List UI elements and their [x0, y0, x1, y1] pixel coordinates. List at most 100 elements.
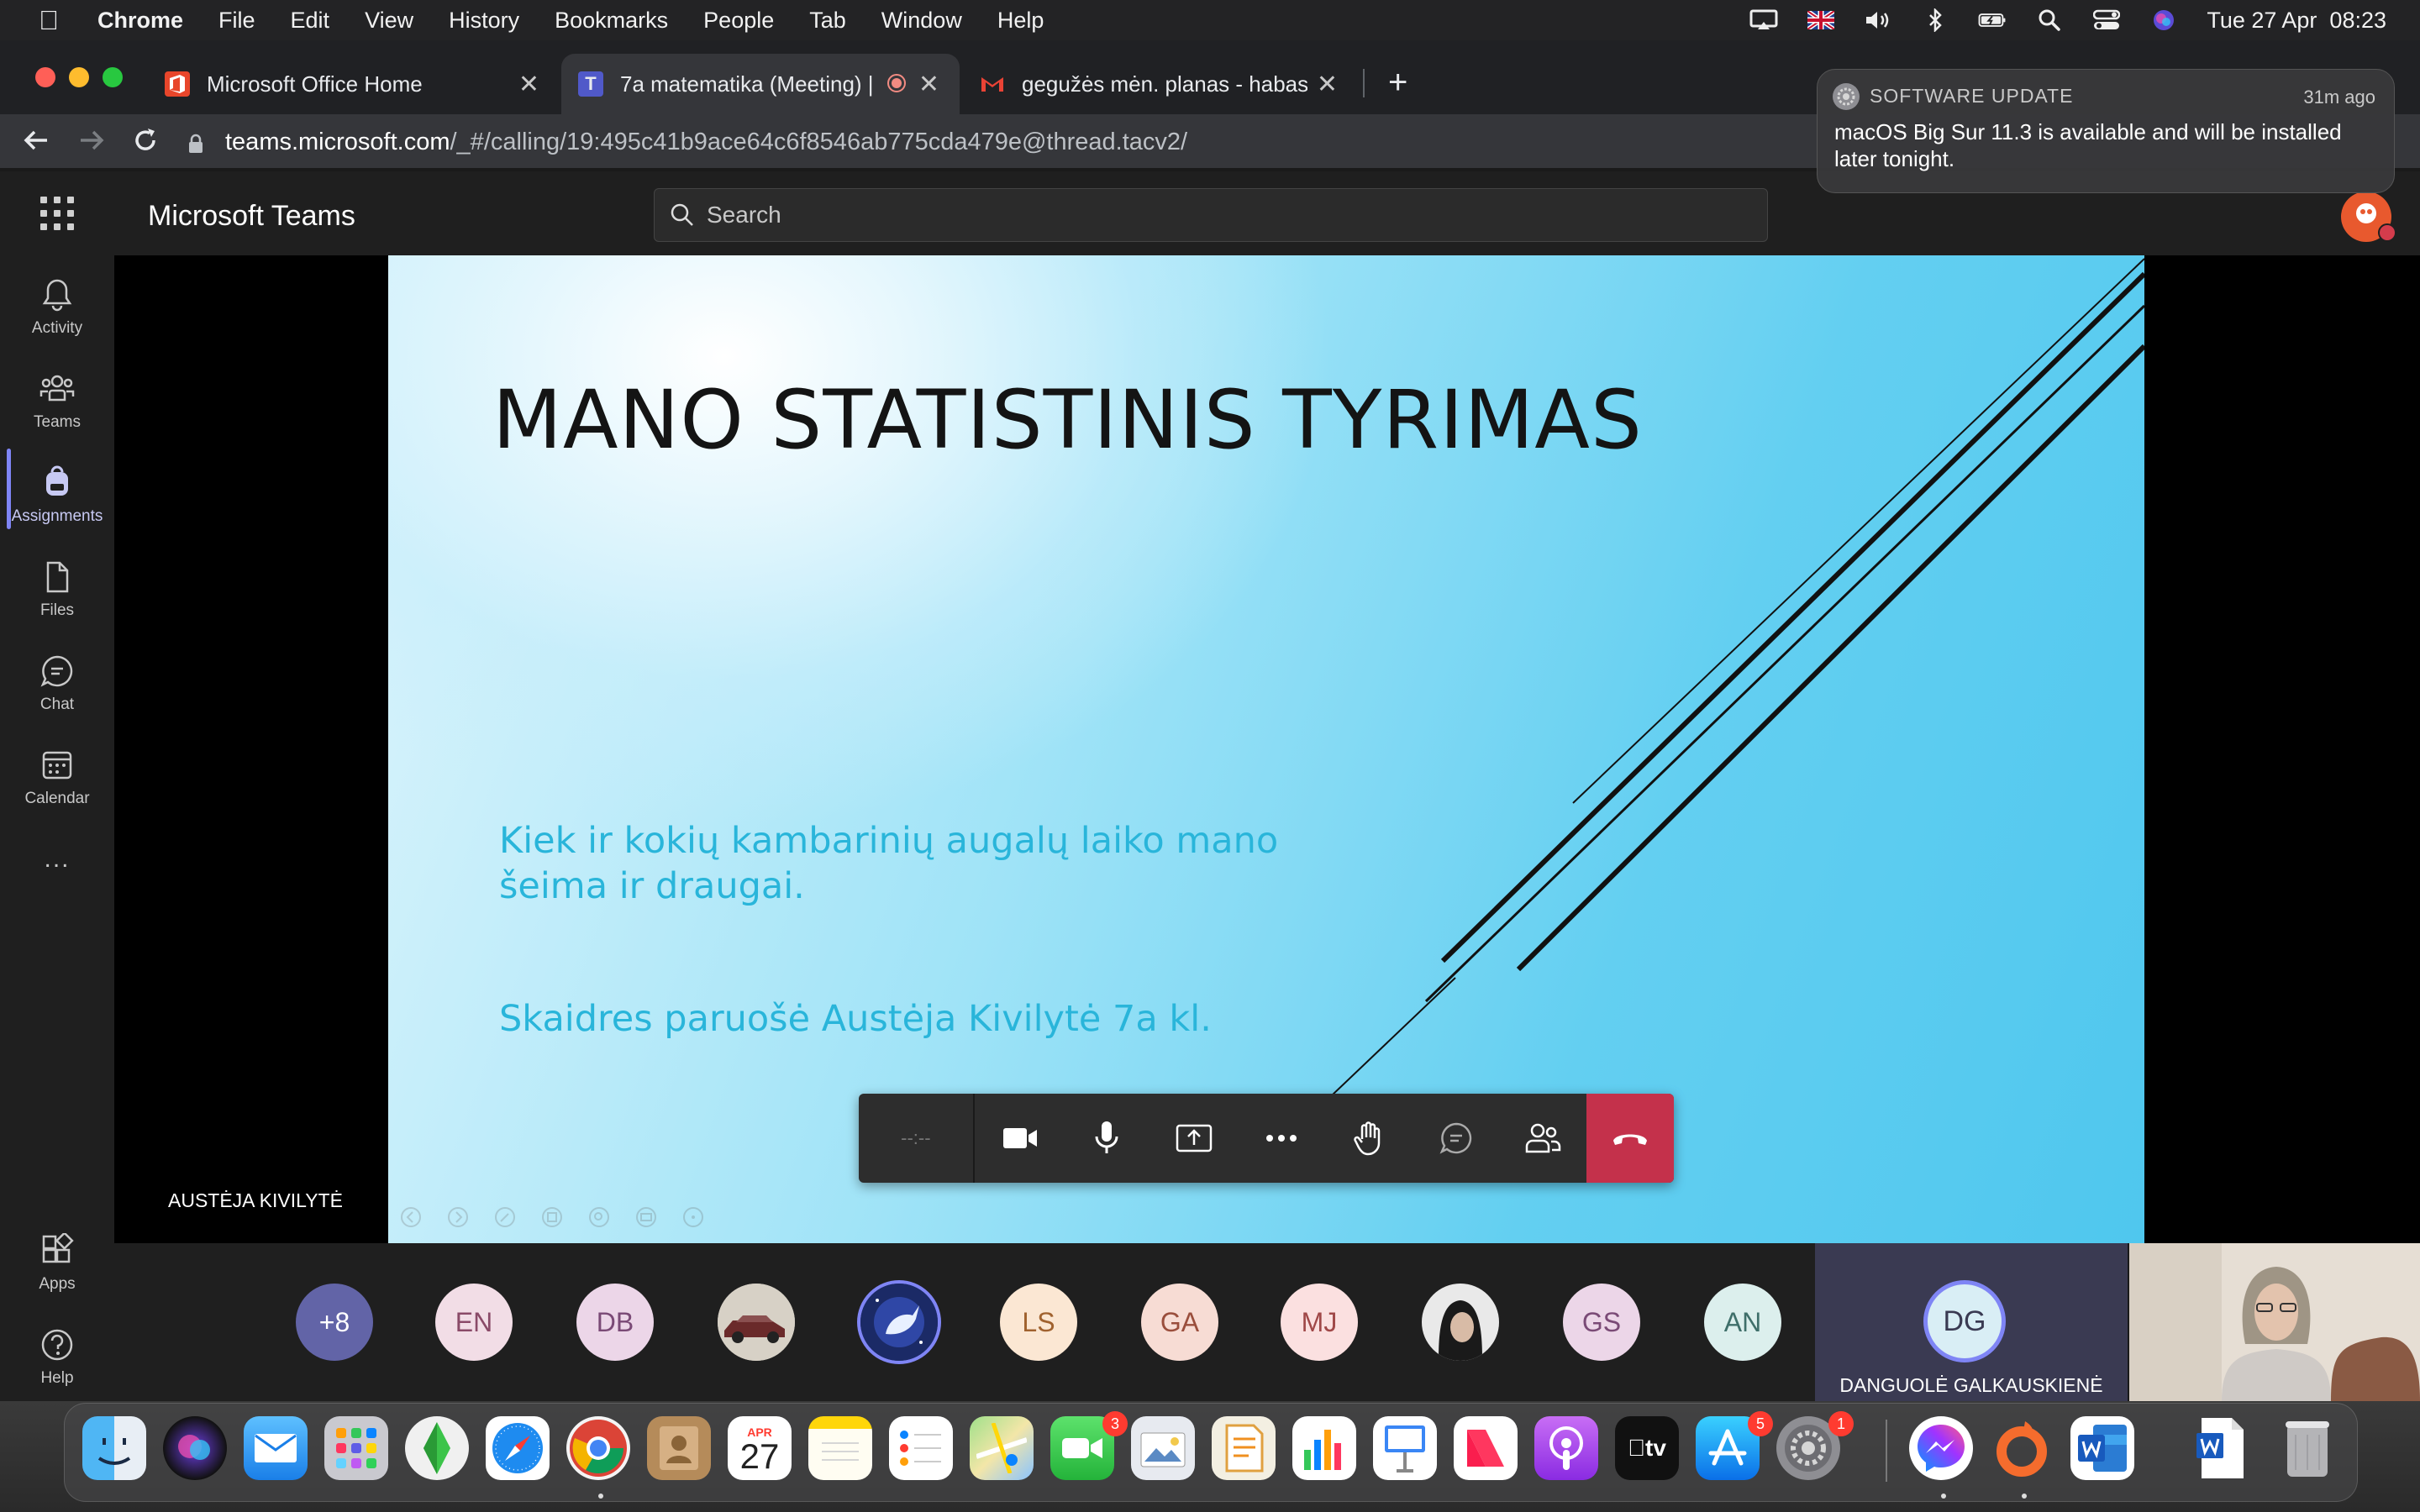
sims-icon[interactable] — [405, 1416, 469, 1480]
new-tab-button[interactable]: + — [1388, 64, 1407, 102]
lock-icon[interactable] — [188, 133, 203, 153]
participant-avatar[interactable]: DB — [576, 1284, 654, 1361]
next-slide-icon[interactable] — [447, 1206, 469, 1228]
slideshow-nav-controls[interactable] — [400, 1206, 704, 1228]
numbers-icon[interactable] — [1292, 1416, 1356, 1480]
menu-edit[interactable]: Edit — [291, 8, 330, 34]
software-update-notification[interactable]: SOFTWARE UPDATE 31m ago macOS Big Sur 11… — [1817, 69, 2395, 193]
more-options-icon[interactable] — [682, 1206, 704, 1228]
rail-item-activity[interactable]: Activity — [0, 267, 114, 360]
rail-item-apps[interactable]: Apps — [0, 1223, 114, 1315]
menu-app-name[interactable]: Chrome — [97, 8, 183, 34]
menu-tab[interactable]: Tab — [809, 8, 846, 34]
show-conversation-button[interactable] — [1413, 1094, 1500, 1183]
tab-gmail[interactable]: gegužės mėn. planas - habas.i ✕ — [963, 54, 1358, 114]
siri-icon[interactable] — [2149, 8, 2178, 32]
window-close-button[interactable] — [35, 67, 55, 87]
participant-avatar-photo-speaking[interactable] — [857, 1280, 941, 1364]
window-minimize-button[interactable] — [69, 67, 89, 87]
battery-icon[interactable] — [1978, 8, 2007, 32]
menubar-clock[interactable]: Tue 27 Apr 08:23 — [2207, 8, 2386, 34]
close-icon[interactable]: ✕ — [1317, 70, 1338, 99]
chrome-icon[interactable] — [566, 1416, 630, 1480]
tab-teams-meeting[interactable]: T 7a matematika (Meeting) | ✕ — [561, 54, 960, 114]
participant-avatar[interactable]: EN — [435, 1284, 513, 1361]
apple-menu-icon[interactable]:  — [34, 5, 64, 36]
subtitles-icon[interactable] — [635, 1206, 657, 1228]
rail-item-assignments[interactable]: Assignments — [0, 455, 114, 548]
control-center-icon[interactable] — [2092, 8, 2121, 32]
menu-view[interactable]: View — [365, 8, 413, 34]
search-input[interactable]: Search — [654, 188, 1768, 242]
video-camera-icon — [1002, 1128, 1037, 1148]
word-document-icon[interactable] — [2190, 1416, 2254, 1480]
raise-hand-button[interactable] — [1325, 1094, 1413, 1183]
reminders-icon[interactable] — [889, 1416, 953, 1480]
maps-icon[interactable] — [970, 1416, 1034, 1480]
app-launcher-icon[interactable] — [40, 197, 74, 230]
spotlight-icon[interactable] — [2035, 8, 2064, 32]
preview-icon[interactable] — [1131, 1416, 1195, 1480]
keynote-icon[interactable] — [1373, 1416, 1437, 1480]
menu-history[interactable]: History — [449, 8, 519, 34]
microphone-button[interactable] — [1064, 1094, 1151, 1183]
pages-icon[interactable] — [1212, 1416, 1276, 1480]
participant-video-tile[interactable] — [2129, 1243, 2420, 1401]
rail-item-teams[interactable]: Teams — [0, 361, 114, 454]
share-screen-button[interactable] — [1150, 1094, 1238, 1183]
safari-icon[interactable] — [486, 1416, 550, 1480]
close-icon[interactable]: ✕ — [518, 70, 539, 99]
calendar-app-icon[interactable]: APR 27 — [728, 1416, 792, 1480]
launchpad-icon[interactable] — [324, 1416, 388, 1480]
show-participants-button[interactable] — [1499, 1094, 1586, 1183]
more-actions-button[interactable] — [1238, 1094, 1325, 1183]
menu-help[interactable]: Help — [997, 8, 1044, 34]
screen-mirroring-icon[interactable] — [1749, 8, 1778, 32]
window-zoom-button[interactable] — [103, 67, 123, 87]
camera-button[interactable] — [976, 1094, 1064, 1183]
finder-icon[interactable] — [82, 1416, 146, 1480]
reload-button[interactable] — [131, 124, 160, 163]
messenger-icon[interactable] — [1909, 1416, 1973, 1480]
mail-icon[interactable] — [244, 1416, 308, 1480]
trash-icon[interactable] — [2275, 1416, 2339, 1480]
rail-item-calendar[interactable]: Calendar — [0, 738, 114, 830]
menu-bookmarks[interactable]: Bookmarks — [555, 8, 668, 34]
tab-office-home[interactable]: Microsoft Office Home ✕ — [165, 54, 560, 114]
forward-button[interactable] — [77, 124, 106, 163]
more-participants-button[interactable]: +8 — [296, 1284, 373, 1361]
pen-icon[interactable] — [494, 1206, 516, 1228]
participant-avatar[interactable]: GA — [1141, 1284, 1218, 1361]
hang-up-button[interactable] — [1586, 1094, 1674, 1183]
apple-tv-icon[interactable]: tv — [1615, 1416, 1679, 1480]
participant-avatar[interactable]: GS — [1563, 1284, 1640, 1361]
origin-icon[interactable] — [1990, 1416, 2054, 1480]
menu-window[interactable]: Window — [881, 8, 962, 34]
volume-icon[interactable] — [1864, 8, 1892, 32]
bluetooth-icon[interactable] — [1921, 8, 1949, 32]
rail-item-help[interactable]: Help — [0, 1317, 114, 1410]
uk-flag-icon[interactable] — [1807, 8, 1835, 32]
participant-avatar[interactable]: AN — [1704, 1284, 1781, 1361]
contacts-icon[interactable] — [647, 1416, 711, 1480]
close-icon[interactable]: ✕ — [918, 70, 939, 99]
more-apps-button[interactable]: ... — [0, 845, 114, 874]
back-button[interactable] — [22, 124, 50, 163]
participant-avatar[interactable]: LS — [1000, 1284, 1077, 1361]
previous-slide-icon[interactable] — [400, 1206, 422, 1228]
zoom-icon[interactable] — [588, 1206, 610, 1228]
news-icon[interactable] — [1454, 1416, 1518, 1480]
rail-item-files[interactable]: Files — [0, 549, 114, 642]
menu-people[interactable]: People — [703, 8, 774, 34]
participant-avatar[interactable]: MJ — [1281, 1284, 1358, 1361]
participant-avatar-photo[interactable] — [1422, 1284, 1499, 1361]
rail-item-chat[interactable]: Chat — [0, 643, 114, 736]
podcasts-icon[interactable] — [1534, 1416, 1598, 1480]
menu-file[interactable]: File — [218, 8, 255, 34]
microsoft-word-icon[interactable] — [2070, 1416, 2134, 1480]
participant-initials: GA — [1160, 1306, 1200, 1337]
grid-view-icon[interactable] — [541, 1206, 563, 1228]
notes-icon[interactable] — [808, 1416, 872, 1480]
siri-icon[interactable] — [163, 1416, 227, 1480]
participant-avatar-photo[interactable] — [718, 1284, 795, 1361]
